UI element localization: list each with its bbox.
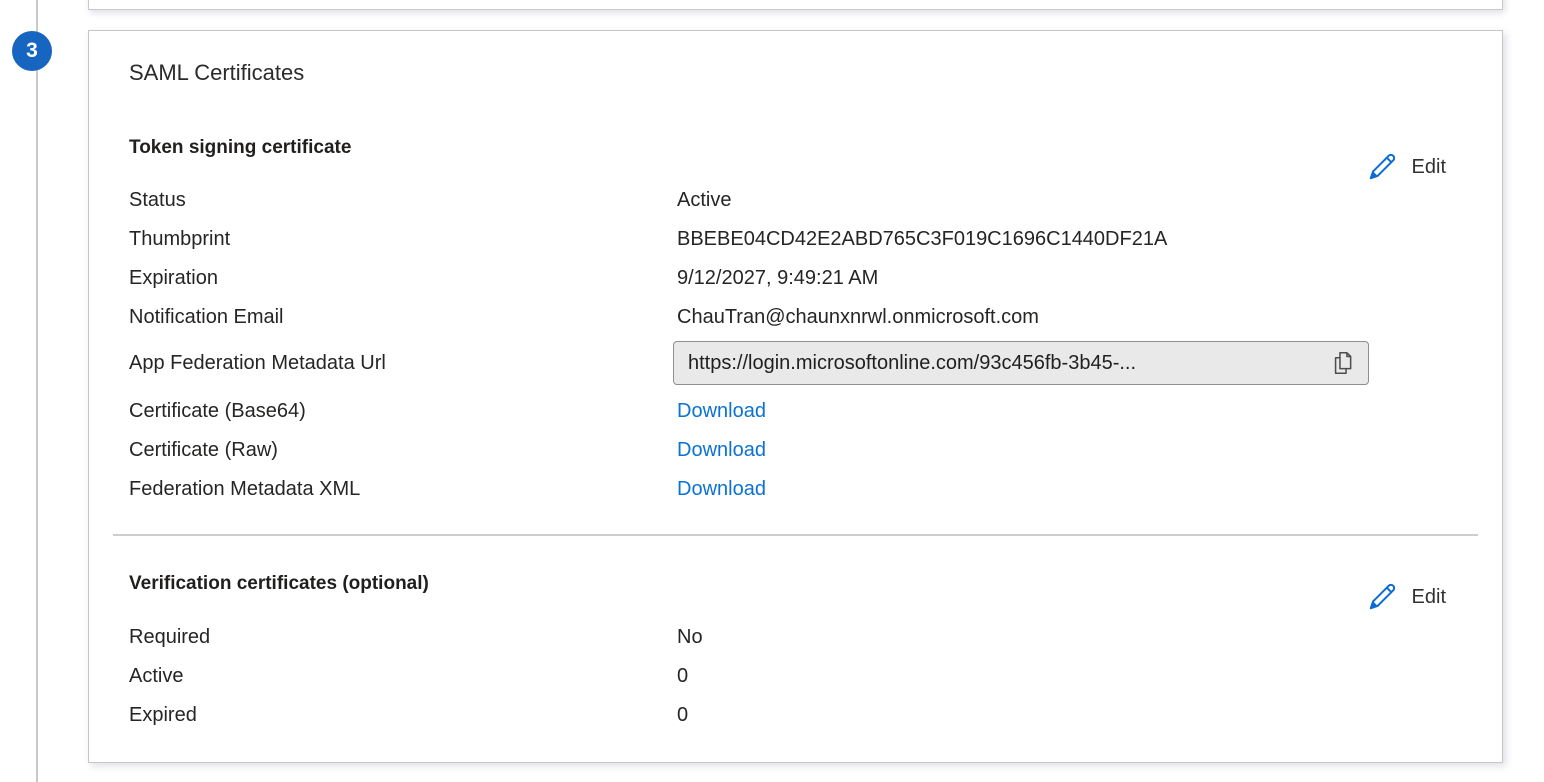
certificate-raw-download-link[interactable]: Download bbox=[677, 431, 766, 470]
certificate-raw-label: Certificate (Raw) bbox=[129, 431, 677, 470]
edit-button-label: Edit bbox=[1412, 586, 1446, 609]
certificate-base64-row: Certificate (Base64) Download bbox=[129, 392, 1462, 431]
saml-certificates-card: SAML Certificates Edit Token signing cer… bbox=[88, 30, 1503, 763]
active-label: Active bbox=[129, 657, 677, 696]
token-signing-certificate-heading: Token signing certificate bbox=[129, 134, 1462, 161]
previous-card-bottom-edge bbox=[88, 0, 1503, 10]
federation-metadata-xml-download-link[interactable]: Download bbox=[677, 470, 766, 509]
step-number-badge: 3 bbox=[12, 31, 52, 71]
federation-metadata-xml-label: Federation Metadata XML bbox=[129, 470, 677, 509]
notification-email-value: ChauTran@chaunxnrwl.onmicrosoft.com bbox=[677, 298, 1039, 337]
edit-token-signing-certificate-button[interactable]: Edit bbox=[1366, 151, 1446, 183]
edit-verification-certificates-button[interactable]: Edit bbox=[1366, 581, 1446, 613]
active-value: 0 bbox=[677, 657, 688, 696]
thumbprint-value: BBEBE04CD42E2ABD765C3F019C1696C1440DF21A bbox=[677, 220, 1167, 259]
notification-email-label: Notification Email bbox=[129, 298, 677, 337]
status-row: Status Active bbox=[129, 181, 1462, 220]
step-number: 3 bbox=[26, 39, 38, 63]
app-federation-metadata-url-row: App Federation Metadata Url https://logi… bbox=[129, 339, 1462, 387]
verification-certificate-details: Required No Active 0 Expired 0 bbox=[129, 618, 1462, 735]
expiration-row: Expiration 9/12/2027, 9:49:21 AM bbox=[129, 259, 1462, 298]
required-row: Required No bbox=[129, 618, 1462, 657]
expiration-value: 9/12/2027, 9:49:21 AM bbox=[677, 259, 878, 298]
expired-label: Expired bbox=[129, 696, 677, 735]
edit-button-label: Edit bbox=[1412, 156, 1446, 179]
app-federation-metadata-url-value[interactable]: https://login.microsoftonline.com/93c456… bbox=[688, 352, 1330, 375]
status-label: Status bbox=[129, 181, 677, 220]
verification-certificates-heading: Verification certificates (optional) bbox=[129, 570, 1462, 597]
expiration-label: Expiration bbox=[129, 259, 677, 298]
required-label: Required bbox=[129, 618, 677, 657]
edit-pencil-icon bbox=[1366, 581, 1398, 613]
expired-value: 0 bbox=[677, 696, 688, 735]
edit-pencil-icon bbox=[1366, 151, 1398, 183]
certificate-raw-row: Certificate (Raw) Download bbox=[129, 431, 1462, 470]
app-federation-metadata-url-field[interactable]: https://login.microsoftonline.com/93c456… bbox=[673, 341, 1369, 385]
page: 3 SAML Certificates Edit Token signing c… bbox=[0, 0, 1544, 782]
status-value: Active bbox=[677, 181, 731, 220]
copy-url-button[interactable] bbox=[1330, 350, 1356, 376]
token-certificate-details: Status Active Thumbprint BBEBE04CD42E2AB… bbox=[129, 181, 1462, 509]
thumbprint-row: Thumbprint BBEBE04CD42E2ABD765C3F019C169… bbox=[129, 220, 1462, 259]
download-rows: Certificate (Base64) Download Certificat… bbox=[129, 392, 1462, 509]
required-value: No bbox=[677, 618, 703, 657]
card-title: SAML Certificates bbox=[129, 59, 1462, 87]
stepper-connector-line bbox=[36, 0, 38, 782]
thumbprint-label: Thumbprint bbox=[129, 220, 677, 259]
federation-metadata-xml-row: Federation Metadata XML Download bbox=[129, 470, 1462, 509]
certificate-base64-label: Certificate (Base64) bbox=[129, 392, 677, 431]
expired-row: Expired 0 bbox=[129, 696, 1462, 735]
copy-icon bbox=[1332, 351, 1354, 375]
app-federation-metadata-url-label: App Federation Metadata Url bbox=[129, 352, 677, 375]
certificate-base64-download-link[interactable]: Download bbox=[677, 392, 766, 431]
notification-email-row: Notification Email ChauTran@chaunxnrwl.o… bbox=[129, 298, 1462, 337]
active-row: Active 0 bbox=[129, 657, 1462, 696]
section-divider bbox=[113, 534, 1478, 536]
